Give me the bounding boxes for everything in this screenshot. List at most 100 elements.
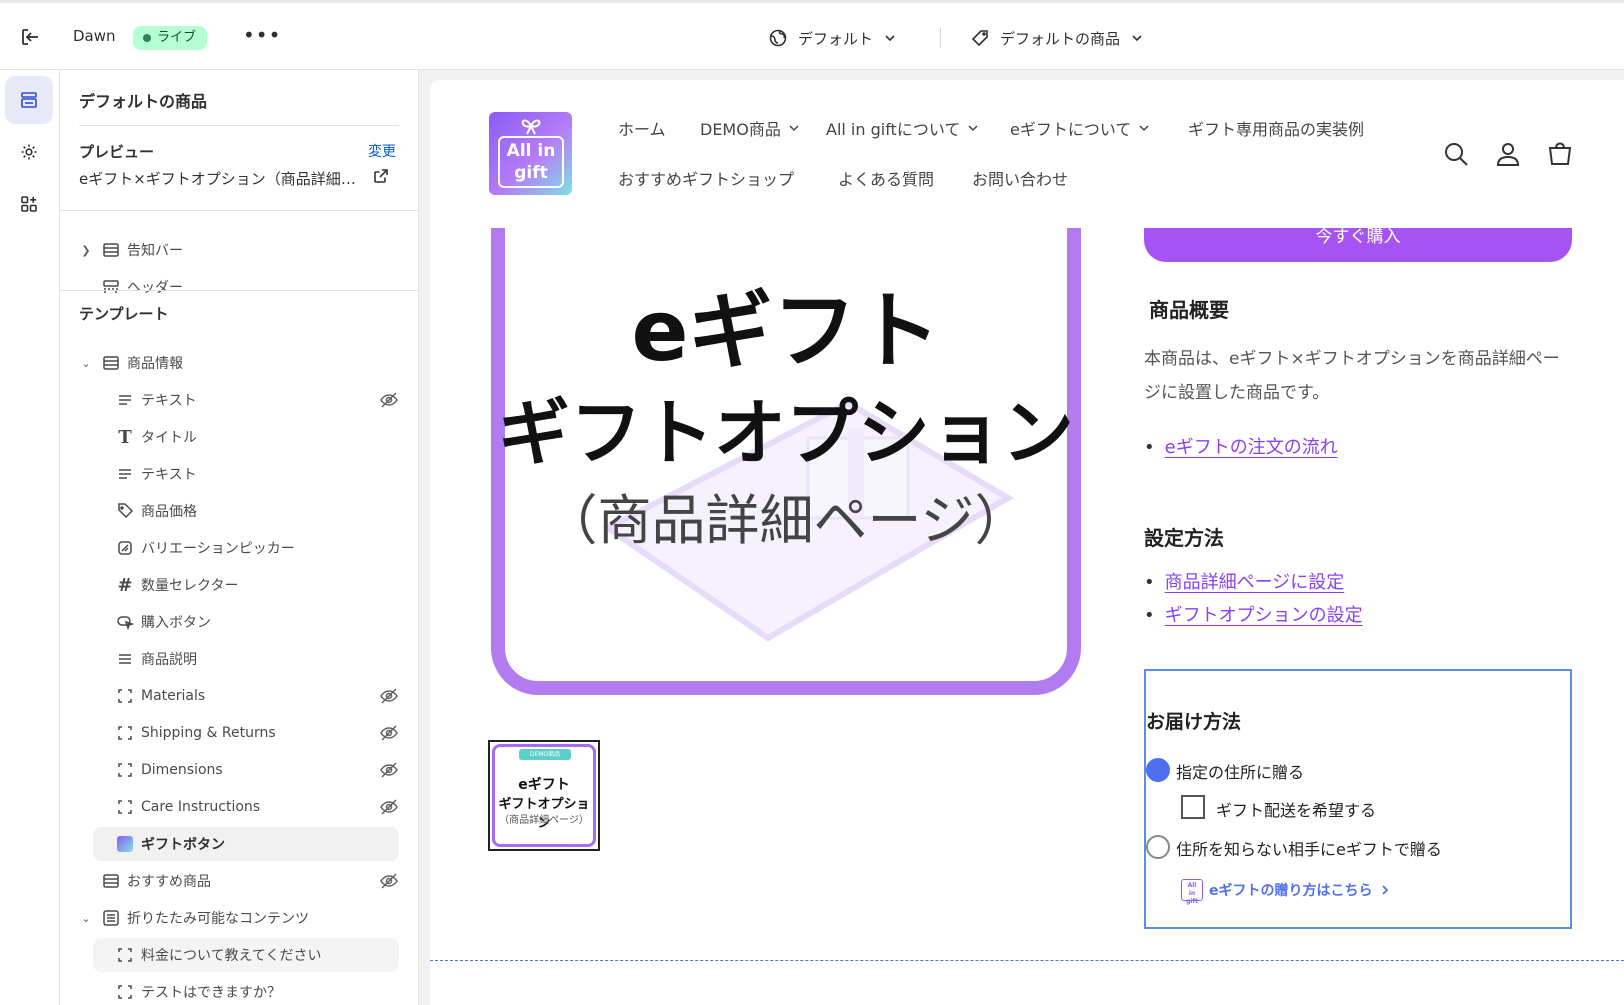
logo-line1: All in xyxy=(506,141,556,161)
price-tag-icon xyxy=(115,501,135,521)
nav-about-egift[interactable]: eギフトについて xyxy=(1010,116,1151,140)
sidebar-item-product-info[interactable]: ⌄ 商品情報 xyxy=(79,346,399,380)
sections-sidebar: デフォルトの商品 プレビュー 変更 eギフト×ギフトオプション（商品詳細ページ）… xyxy=(60,70,419,1005)
collapsible-icon xyxy=(115,760,135,780)
section-icon xyxy=(101,871,121,891)
block-buy-buttons[interactable]: 購入ボタン xyxy=(115,605,399,639)
block-price[interactable]: 商品価格 xyxy=(115,494,399,528)
block-label: バリエーションピッカー xyxy=(141,541,295,557)
setting-product-page-link[interactable]: 商品詳細ページに設定 xyxy=(1144,568,1345,594)
sidebar-item-label: 折りたたみ可能なコンテンツ xyxy=(127,911,309,927)
section-icon xyxy=(101,240,121,260)
chevron-right-icon[interactable]: ❯ xyxy=(79,244,93,257)
eye-hidden-icon[interactable] xyxy=(379,797,399,817)
nav-about-all-in-gift[interactable]: All in giftについて xyxy=(826,116,980,140)
egift-howto-link[interactable]: All in gift eギフトの贈り方はこちら xyxy=(1181,879,1391,905)
block-materials[interactable]: Materials xyxy=(115,679,399,713)
sidebar-item-collapsible-content[interactable]: ⌄ 折りたたみ可能なコンテンツ xyxy=(79,901,399,935)
block-variant-picker[interactable]: バリエーションピッカー xyxy=(115,531,399,565)
sidebar-item-label: 告知バー xyxy=(127,243,183,259)
sidebar-item-header[interactable]: ヘッダー xyxy=(101,270,399,304)
theme-settings-tab[interactable] xyxy=(5,128,53,176)
nav-faq[interactable]: よくある質問 xyxy=(838,166,934,190)
block-shipping-returns[interactable]: Shipping & Returns xyxy=(115,716,399,750)
egift-howto-label: eギフトの贈り方はこちら xyxy=(1209,883,1373,899)
buy-now-button[interactable]: 今すぐ購入 xyxy=(1144,228,1572,262)
section-icon xyxy=(101,353,121,373)
cart-icon[interactable] xyxy=(1546,140,1574,168)
account-icon[interactable] xyxy=(1494,140,1522,168)
sidebar-item-recommended-products[interactable]: おすすめ商品 xyxy=(101,864,399,898)
text-icon xyxy=(115,464,135,484)
delivery-radio-egift[interactable] xyxy=(1146,835,1170,859)
thumbnail-badge: DEMO商品 xyxy=(519,749,571,760)
product-main-image[interactable]: eギフト ギフトオプション （商品詳細ページ） xyxy=(488,228,1084,710)
hero-line2: ギフトオプション xyxy=(497,391,1074,475)
template-selector[interactable]: デフォルトの商品 xyxy=(970,25,1144,51)
chevron-down-icon[interactable]: ⌄ xyxy=(79,912,93,925)
setting-gift-option-link[interactable]: ギフトオプションの設定 xyxy=(1144,601,1363,627)
eye-hidden-icon[interactable] xyxy=(379,871,399,891)
store-logo[interactable]: All in gift xyxy=(489,112,572,195)
gift-delivery-block: お届け方法 指定の住所に贈る ギフト配送を希望する 住所を知らない相手にeギフト… xyxy=(1144,669,1572,929)
sections-icon xyxy=(21,92,37,108)
section-boundary xyxy=(430,960,1624,961)
preview-change-link[interactable]: 変更 xyxy=(368,141,396,161)
block-collapsible-row[interactable]: 料金について教えてください xyxy=(93,938,399,972)
collapsible-section-icon xyxy=(101,908,121,928)
delivery-radio-address[interactable] xyxy=(1146,758,1170,782)
gift-shipping-checkbox[interactable] xyxy=(1181,795,1205,819)
nav-label: eギフトについて xyxy=(1010,120,1132,139)
globe-icon xyxy=(769,29,787,47)
nav-label: All in giftについて xyxy=(826,120,961,139)
block-label: テキスト xyxy=(141,393,197,409)
eye-hidden-icon[interactable] xyxy=(379,723,399,743)
block-care-instructions[interactable]: Care Instructions xyxy=(115,790,399,824)
nav-contact[interactable]: お問い合わせ xyxy=(972,166,1068,190)
chevron-right-icon xyxy=(1381,885,1388,895)
eye-hidden-icon[interactable] xyxy=(379,760,399,780)
buy-now-label: 今すぐ購入 xyxy=(1315,228,1401,247)
nav-label: よくある質問 xyxy=(838,170,935,189)
chevron-down-icon xyxy=(1139,125,1149,132)
block-collapsible-row[interactable]: テストはできますか？ xyxy=(115,975,399,1005)
nav-home[interactable]: ホーム xyxy=(618,116,666,140)
exit-icon[interactable] xyxy=(18,25,42,49)
thumbnail-line3: （商品詳細ページ） xyxy=(499,815,589,826)
nav-recommended-shops[interactable]: おすすめギフトショップ xyxy=(618,166,794,190)
live-status-badge: ライブ xyxy=(133,26,208,50)
search-icon[interactable] xyxy=(1442,140,1470,168)
order-flow-link[interactable]: eギフトの注文の流れ xyxy=(1144,433,1338,459)
block-title[interactable]: T タイトル xyxy=(115,420,399,454)
eye-hidden-icon[interactable] xyxy=(379,686,399,706)
eye-hidden-icon[interactable] xyxy=(379,390,399,410)
product-thumbnail[interactable]: DEMO商品 eギフト ギフトオプション （商品詳細ページ） xyxy=(488,740,600,851)
sections-tab[interactable] xyxy=(5,76,53,124)
theme-name: Dawn xyxy=(73,27,116,45)
all-in-gift-logo-icon: All in gift xyxy=(1181,879,1203,905)
nav-gift-examples[interactable]: ギフト専用商品の実装例 xyxy=(1188,116,1364,140)
block-gift-button[interactable]: ギフトボタン xyxy=(93,827,399,861)
block-text[interactable]: テキスト xyxy=(115,383,399,417)
block-label: 購入ボタン xyxy=(141,615,211,631)
nav-demo-products[interactable]: DEMO商品 xyxy=(700,116,801,140)
block-label: Shipping & Returns xyxy=(141,725,276,741)
more-actions-button[interactable]: ••• xyxy=(243,23,281,47)
delivery-option-address: 指定の住所に贈る xyxy=(1176,763,1305,782)
apps-tab[interactable] xyxy=(5,180,53,228)
sidebar-title: デフォルトの商品 xyxy=(79,92,208,111)
block-description[interactable]: 商品説明 xyxy=(115,642,399,676)
chevron-down-icon[interactable]: ⌄ xyxy=(79,357,93,370)
link-label: 商品詳細ページに設定 xyxy=(1164,572,1345,593)
text-icon xyxy=(115,649,135,669)
block-text[interactable]: テキスト xyxy=(115,457,399,491)
sidebar-item-label: ヘッダー xyxy=(127,280,183,296)
block-quantity-selector[interactable]: # 数量セレクター xyxy=(115,568,399,602)
block-label: 商品説明 xyxy=(141,652,197,668)
block-label: テキスト xyxy=(141,467,197,483)
setting-heading: 設定方法 xyxy=(1144,526,1224,550)
language-selector[interactable]: デフォルト xyxy=(768,25,897,51)
block-dimensions[interactable]: Dimensions xyxy=(115,753,399,787)
external-link-icon[interactable] xyxy=(373,168,389,184)
sidebar-item-announcement-bar[interactable]: ❯ 告知バー xyxy=(79,233,399,267)
